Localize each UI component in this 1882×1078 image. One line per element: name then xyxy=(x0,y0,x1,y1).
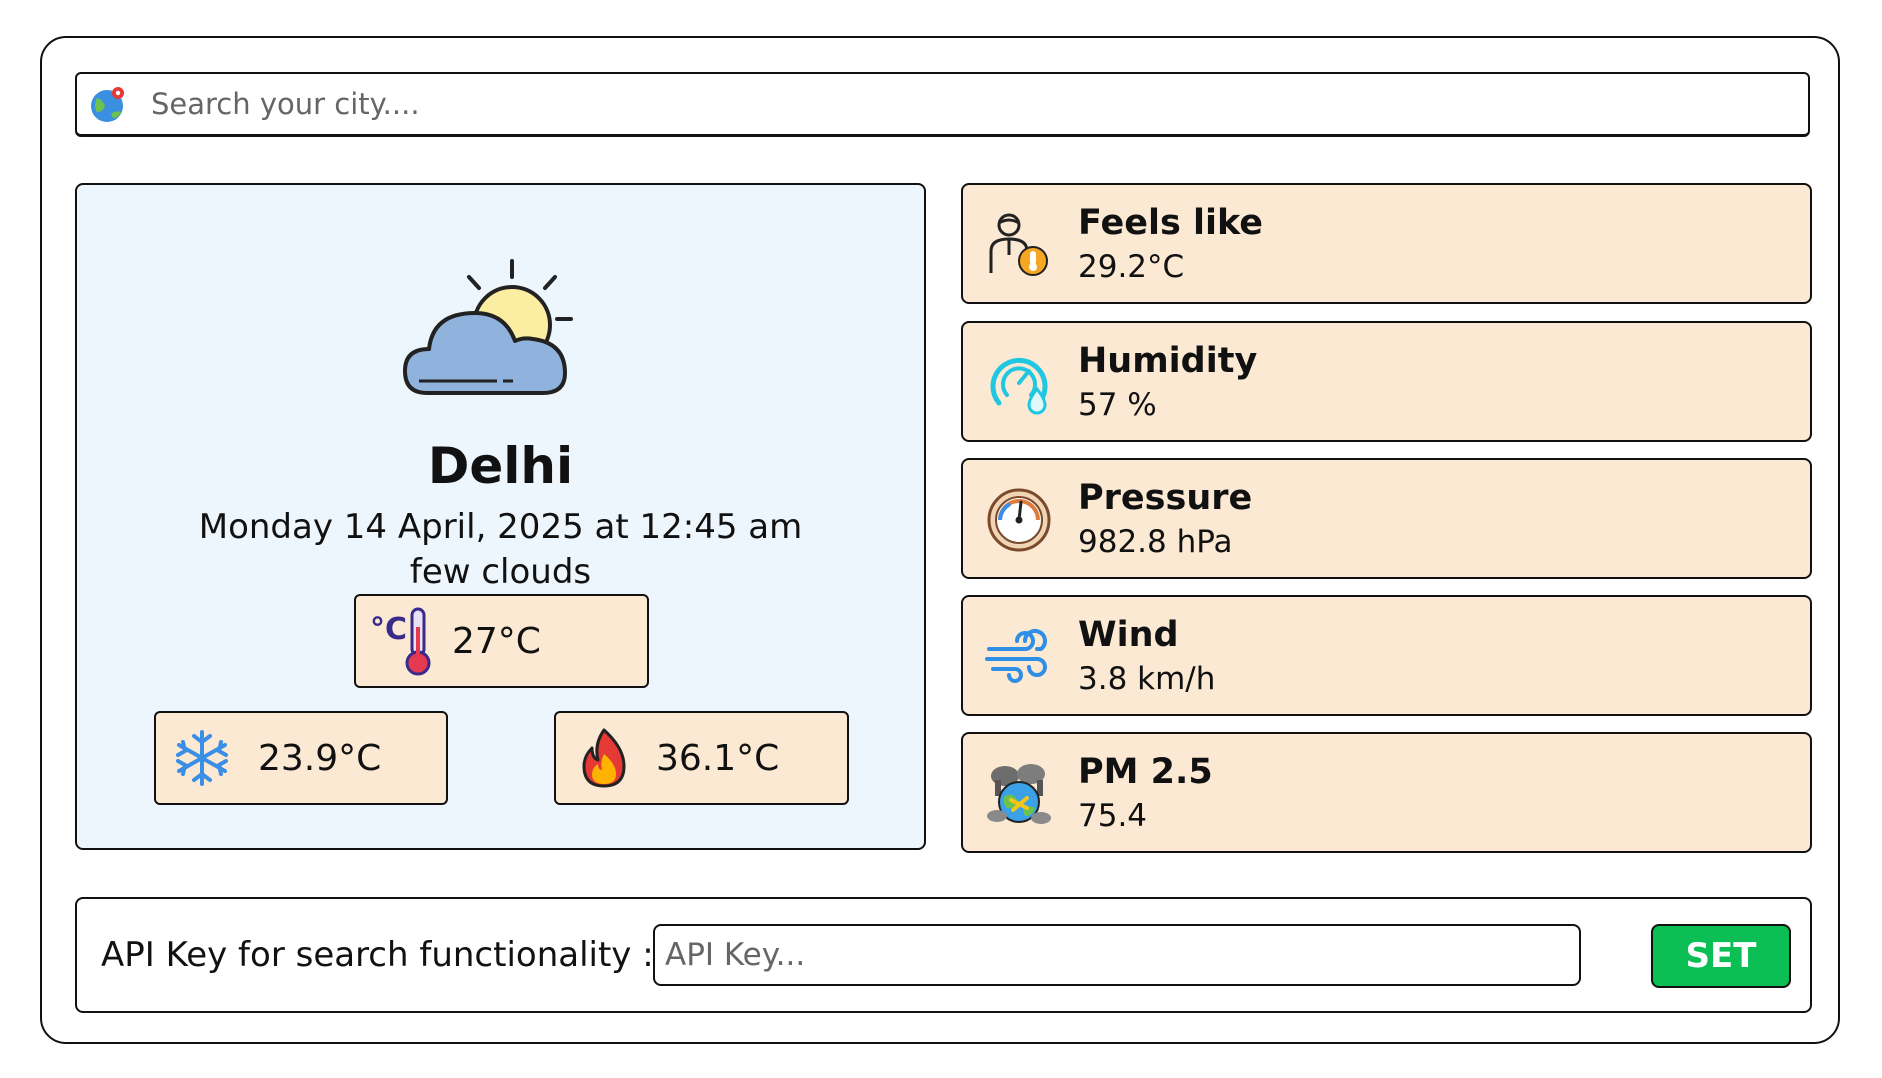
stat-value: 57 % xyxy=(1078,387,1157,423)
api-key-panel: API Key for search functionality : SET xyxy=(75,897,1812,1013)
max-temp-box: 36.1°C xyxy=(554,711,849,805)
celsius-thermometer-icon: °C xyxy=(370,607,431,676)
stat-value: 982.8 hPa xyxy=(1078,524,1233,560)
stat-label: Feels like xyxy=(1078,203,1264,243)
date-time: Monday 14 April, 2025 at 12:45 am xyxy=(198,507,803,547)
stat-value: 3.8 km/h xyxy=(1078,661,1216,697)
search-bar[interactable] xyxy=(75,72,1810,137)
pressure-gauge-icon xyxy=(987,488,1051,552)
stat-label: Humidity xyxy=(1078,341,1258,381)
stat-value: 29.2°C xyxy=(1078,249,1185,285)
search-input[interactable] xyxy=(149,73,1808,135)
min-temp-value: 23.9°C xyxy=(258,737,382,779)
set-api-key-button[interactable]: SET xyxy=(1651,924,1791,988)
polluted-earth-icon xyxy=(987,764,1051,824)
humidity-gauge-icon xyxy=(990,357,1048,415)
stat-card-feels-like: Feels like 29.2°C xyxy=(961,183,1812,304)
svg-text:°C: °C xyxy=(370,612,407,647)
current-temp-box: °C 27°C xyxy=(354,594,649,688)
stat-label: Pressure xyxy=(1078,478,1253,518)
api-key-input[interactable] xyxy=(653,924,1581,986)
fire-icon xyxy=(582,728,626,788)
stat-label: PM 2.5 xyxy=(1078,752,1213,792)
stat-card-pressure: Pressure 982.8 hPa xyxy=(961,458,1812,579)
stat-label: Wind xyxy=(1078,615,1179,655)
api-key-label: API Key for search functionality : xyxy=(101,935,654,975)
stat-card-pm25: PM 2.5 75.4 xyxy=(961,732,1812,853)
snowflake-icon xyxy=(176,730,228,786)
weather-condition: few clouds xyxy=(409,552,592,592)
city-name: Delhi xyxy=(427,437,574,495)
current-weather-card: Delhi Monday 14 April, 2025 at 12:45 am … xyxy=(75,183,926,850)
min-temp-box: 23.9°C xyxy=(154,711,448,805)
stat-value: 75.4 xyxy=(1078,798,1148,834)
stat-card-wind: Wind 3.8 km/h xyxy=(961,595,1812,716)
stat-card-humidity: Humidity 57 % xyxy=(961,321,1812,442)
partly-cloudy-icon xyxy=(403,259,573,395)
current-temp-value: 27°C xyxy=(452,620,541,662)
feels-like-person-icon xyxy=(989,213,1048,276)
globe-pin-icon xyxy=(91,87,124,122)
max-temp-value: 36.1°C xyxy=(656,737,780,779)
wind-icon xyxy=(985,629,1047,683)
